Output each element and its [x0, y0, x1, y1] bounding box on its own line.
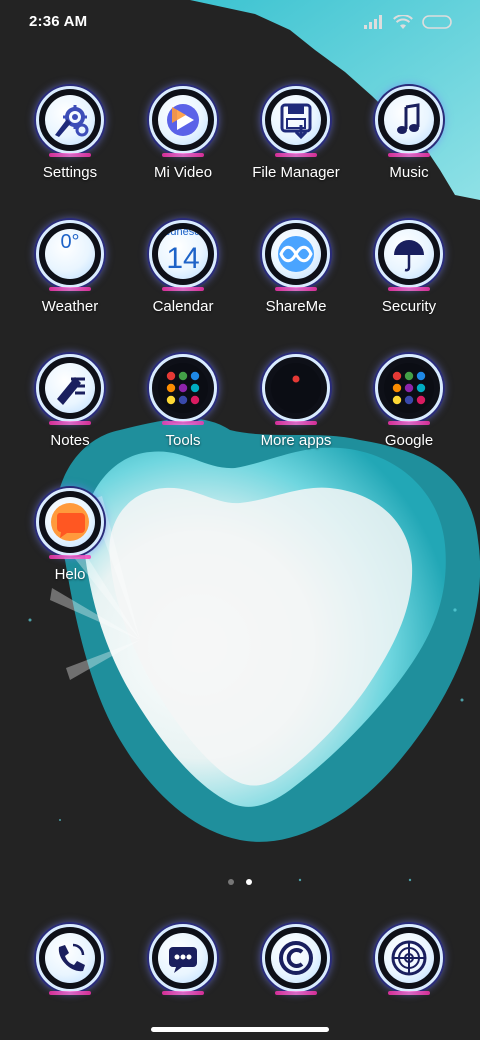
app-calendar[interactable]: Wednesday 14 Calendar — [127, 220, 239, 316]
play-icon — [158, 95, 208, 145]
phone-icon-frame — [36, 924, 104, 995]
app-label: Weather — [41, 298, 99, 315]
tools-icon-frame — [149, 354, 217, 425]
settings-icon-frame — [36, 86, 104, 157]
dock-camera[interactable] — [353, 924, 465, 995]
dock-phone[interactable] — [14, 924, 126, 995]
signal-icon — [364, 15, 382, 29]
mi-video-icon-frame — [149, 86, 217, 157]
shareme-icon-frame — [262, 220, 330, 291]
calendar-day: 14 — [166, 242, 200, 275]
calendar-weekday: Wednesday — [158, 229, 208, 238]
app-shareme[interactable]: ShareMe — [240, 220, 352, 316]
more-apps-icon-frame — [262, 354, 330, 425]
app-label: Mi Video — [153, 164, 213, 181]
app-music[interactable]: Music — [353, 86, 465, 182]
folder-grid-icon — [158, 363, 208, 413]
page-indicator[interactable] — [0, 879, 480, 885]
folder-grid-icon — [384, 363, 434, 413]
dock-messages[interactable] — [127, 924, 239, 995]
google-icon-frame — [375, 354, 443, 425]
calendar-icon: Wednesday 14 — [158, 229, 208, 279]
app-mi-video[interactable]: Mi Video — [127, 86, 239, 182]
home-indicator[interactable] — [151, 1027, 329, 1032]
pen-icon — [45, 363, 95, 413]
file-manager-icon-frame — [262, 86, 330, 157]
app-label: Google — [384, 432, 434, 449]
app-label: More apps — [260, 432, 332, 449]
app-helo[interactable]: Helo — [14, 488, 126, 584]
app-more-apps[interactable]: More apps — [240, 354, 352, 450]
app-label: Helo — [54, 566, 86, 583]
floppy-icon — [271, 95, 321, 145]
status-bar: 2:36 AM — [0, 0, 480, 44]
dock-browser[interactable] — [240, 924, 352, 995]
camera-icon-frame — [375, 924, 443, 995]
wifi-icon — [393, 14, 413, 29]
infinity-icon — [271, 229, 321, 279]
app-label: ShareMe — [265, 298, 327, 315]
weather-icon: 0° — [45, 229, 95, 279]
aperture-icon — [384, 933, 434, 983]
app-label: File Manager — [252, 164, 340, 181]
gear-icon — [45, 95, 95, 145]
music-note-icon — [384, 95, 434, 145]
app-label: Settings — [42, 164, 98, 181]
umbrella-icon — [384, 229, 434, 279]
phone-icon — [45, 933, 95, 983]
app-label: Security — [381, 298, 437, 315]
app-label: Tools — [165, 432, 201, 449]
security-icon-frame — [375, 220, 443, 291]
folder-icon — [271, 363, 321, 413]
app-security[interactable]: Security — [353, 220, 465, 316]
browser-icon-frame — [262, 924, 330, 995]
chat-icon — [158, 933, 208, 983]
app-settings[interactable]: Settings — [14, 86, 126, 182]
messages-icon-frame — [149, 924, 217, 995]
app-file-manager[interactable]: File Manager — [240, 86, 352, 182]
weather-temperature: 0° — [60, 231, 80, 253]
calendar-icon-frame: Wednesday 14 — [149, 220, 217, 291]
app-weather[interactable]: 0° Weather — [14, 220, 126, 316]
app-google[interactable]: Google — [353, 354, 465, 450]
status-icons — [364, 12, 452, 32]
music-icon-frame — [375, 86, 443, 157]
app-tools[interactable]: Tools — [127, 354, 239, 450]
app-label: Notes — [50, 432, 90, 449]
weather-icon-frame: 0° — [36, 220, 104, 291]
page-dot[interactable] — [228, 879, 234, 885]
app-label: Music — [389, 164, 429, 181]
notes-icon-frame — [36, 354, 104, 425]
page-dot-active[interactable] — [246, 879, 252, 885]
helo-icon-frame — [36, 488, 104, 559]
helo-icon — [45, 497, 95, 547]
status-time: 2:36 AM — [29, 13, 88, 30]
battery-icon — [422, 15, 452, 29]
app-label: Calendar — [152, 298, 214, 315]
app-notes[interactable]: Notes — [14, 354, 126, 450]
copyright-icon — [271, 933, 321, 983]
